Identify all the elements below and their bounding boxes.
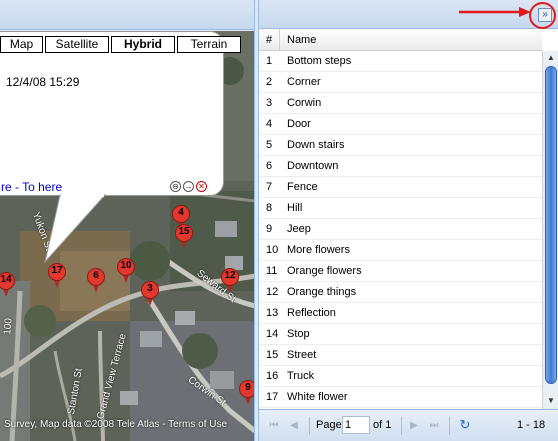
grid-rows: 1 Bottom steps 2 Corner 3 Corwin 4 Door 5 Dow…: [259, 51, 542, 408]
table-row[interactable]: 4 Door: [259, 114, 542, 135]
map-marker[interactable]: 3: [141, 281, 159, 307]
column-header-number[interactable]: #: [259, 29, 280, 51]
scroll-down-icon[interactable]: ▼: [544, 394, 558, 408]
grid-panel-header: »: [259, 0, 558, 29]
table-row[interactable]: 6 Downtown: [259, 156, 542, 177]
previous-page-icon[interactable]: ◀: [287, 419, 301, 433]
table-row[interactable]: 11 Orange flowers: [259, 261, 542, 282]
toolbar-separator: [309, 417, 310, 435]
table-row[interactable]: 8 Hill: [259, 198, 542, 219]
table-row[interactable]: 12 Orange things: [259, 282, 542, 303]
street-label-number: 100: [2, 317, 15, 336]
map-panel: Seward St Yukon St Grand View Terrace Co…: [0, 0, 255, 441]
table-row[interactable]: 7 Fence: [259, 177, 542, 198]
info-window-date: 12/4/08 15:29: [6, 75, 80, 89]
info-window-actions: ⊖ → ✕: [170, 181, 207, 192]
paging-toolbar: ⏮ ◀ Page of 1 ▶ ⏭ ↻ 1 - 18: [259, 409, 558, 441]
map-copyright: Survey, Map data ©2008 Tele Atlas - Term…: [4, 419, 228, 430]
annotation-arrow-icon: [459, 7, 531, 17]
map-marker[interactable]: 9: [239, 380, 254, 406]
table-row[interactable]: 1 Bottom steps: [259, 51, 542, 72]
scroll-up-icon[interactable]: ▲: [544, 51, 558, 65]
map-marker[interactable]: 12: [221, 268, 239, 294]
map-marker[interactable]: 15: [175, 224, 193, 250]
last-page-icon[interactable]: ⏭: [427, 419, 441, 433]
map-marker[interactable]: 17: [48, 263, 66, 289]
table-row[interactable]: 16 Truck: [259, 366, 542, 387]
map-marker[interactable]: 14: [0, 272, 15, 298]
double-chevron-right-icon[interactable]: »: [538, 8, 552, 22]
info-window-directions-link[interactable]: re - To here: [1, 180, 62, 194]
table-row[interactable]: 17 White flower: [259, 387, 542, 408]
map-type-map-button[interactable]: Map: [0, 36, 43, 53]
table-row[interactable]: 2 Corner: [259, 72, 542, 93]
next-page-icon[interactable]: ▶: [407, 419, 421, 433]
directions-icon[interactable]: →: [183, 181, 194, 192]
refresh-icon[interactable]: ↻: [458, 418, 472, 432]
scrollbar-thumb[interactable]: [545, 66, 557, 384]
table-row[interactable]: 5 Down stairs: [259, 135, 542, 156]
map-type-satellite-button[interactable]: Satellite: [45, 36, 109, 53]
map-panel-header: [0, 0, 254, 30]
column-header-name[interactable]: Name: [280, 29, 542, 51]
table-row[interactable]: 13 Reflection: [259, 303, 542, 324]
page-label: Page: [316, 419, 342, 431]
table-row[interactable]: 3 Corwin: [259, 93, 542, 114]
app-root: Seward St Yukon St Grand View Terrace Co…: [0, 0, 558, 441]
map-marker[interactable]: 10: [117, 258, 135, 284]
close-icon[interactable]: ✕: [196, 181, 207, 192]
zoom-icon[interactable]: ⊖: [170, 181, 181, 192]
grid-scrollbar[interactable]: ▲ ▼: [542, 51, 558, 409]
places-grid-panel: » # Name 1 Bottom steps 2 Corner 3 Corwin 4…: [258, 0, 558, 441]
table-row[interactable]: 15 Street: [259, 345, 542, 366]
map-info-window: 12/4/08 15:29 re - To here ⊖ → ✕: [0, 31, 224, 196]
grid-column-header: # Name: [259, 29, 542, 51]
table-row[interactable]: 9 Jeep: [259, 219, 542, 240]
page-count-label: of 1: [373, 419, 392, 431]
map-type-control: Map Satellite Hybrid Terrain: [0, 36, 243, 53]
toolbar-separator: [401, 417, 402, 435]
map-type-terrain-button[interactable]: Terrain: [177, 36, 241, 53]
table-row[interactable]: 14 Stop: [259, 324, 542, 345]
map-type-hybrid-button[interactable]: Hybrid: [111, 36, 175, 53]
map-marker[interactable]: 6: [87, 268, 105, 294]
first-page-icon[interactable]: ⏮: [267, 419, 281, 433]
page-number-input[interactable]: [342, 416, 370, 434]
toolbar-separator: [449, 417, 450, 435]
table-row[interactable]: 10 More flowers: [259, 240, 542, 261]
page-range-label: 1 - 18: [517, 419, 546, 431]
